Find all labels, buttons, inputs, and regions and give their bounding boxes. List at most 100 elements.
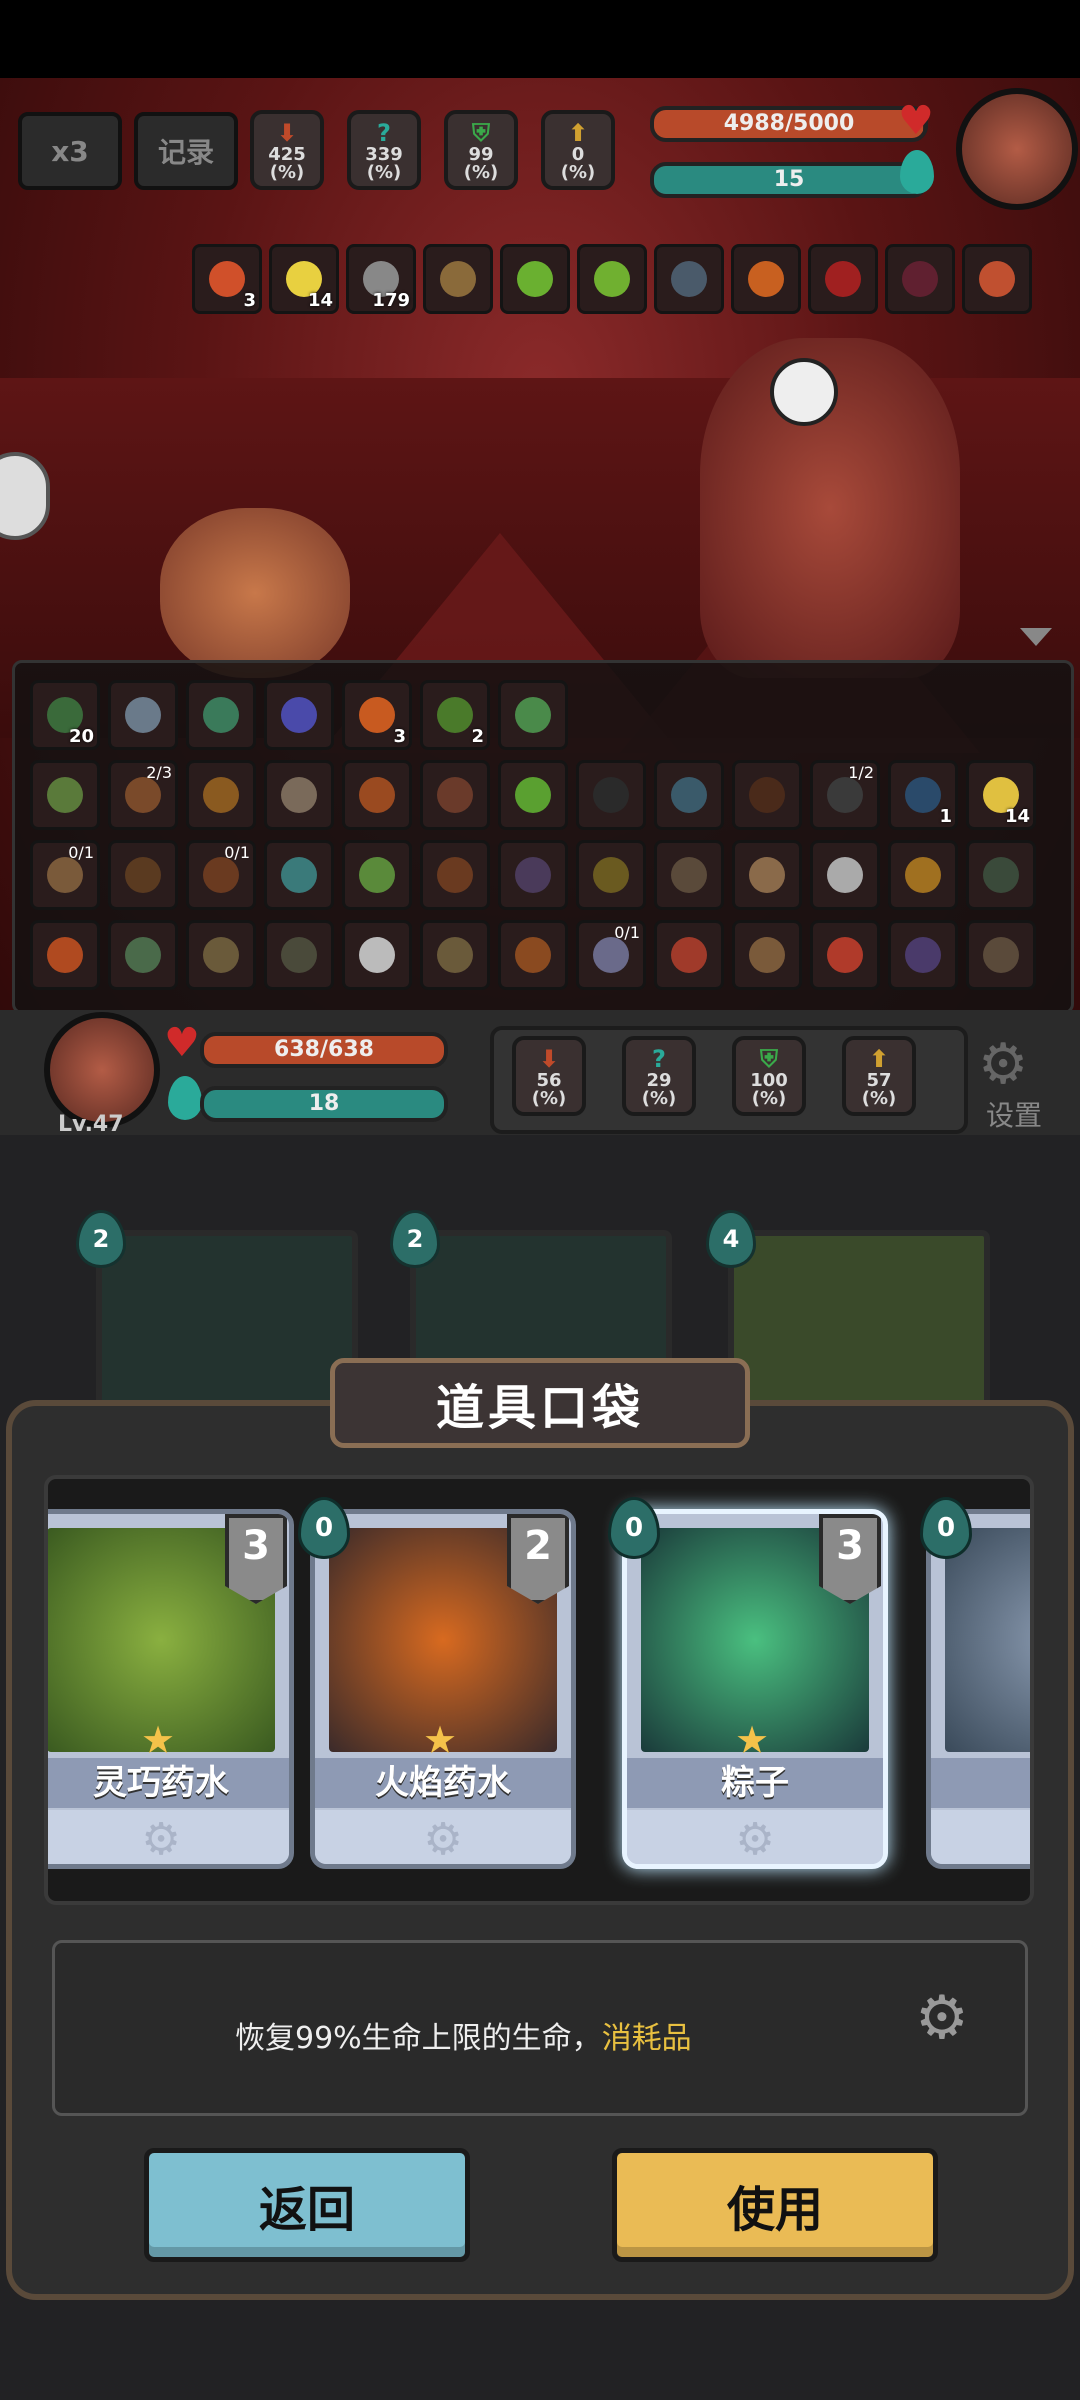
inventory-slot[interactable]: 14	[966, 760, 1036, 830]
stat-unit: (%)	[463, 162, 499, 183]
inventory-slot[interactable]	[264, 680, 334, 750]
gear-icon: ⚙	[931, 1810, 1030, 1864]
inventory-slot[interactable]	[498, 920, 568, 990]
item-count: 1	[939, 806, 952, 827]
item-icon	[359, 857, 395, 893]
item-card-zongzi-selected[interactable]: ★ 粽子 ⚙ 3	[622, 1509, 888, 1869]
inventory-slot[interactable]	[420, 760, 490, 830]
stack-count-badge: 3	[819, 1514, 881, 1604]
inventory-slot[interactable]: 1/2	[810, 760, 880, 830]
enemy-buff-slot[interactable]: 179	[346, 244, 416, 314]
inventory-slot[interactable]	[108, 680, 178, 750]
inventory-slot[interactable]	[108, 920, 178, 990]
card-art	[945, 1528, 1030, 1752]
item-icon	[203, 937, 239, 973]
inventory-slot[interactable]	[264, 760, 334, 830]
speed-button[interactable]: x3	[18, 112, 122, 190]
enemy-avatar[interactable]	[956, 88, 1078, 210]
inventory-slot[interactable]	[186, 760, 256, 830]
inventory-slot[interactable]	[342, 920, 412, 990]
enemy-buff-slot[interactable]	[654, 244, 724, 314]
inventory-slot[interactable]	[732, 840, 802, 910]
inventory-slot[interactable]	[966, 840, 1036, 910]
inventory-slot[interactable]	[342, 760, 412, 830]
inventory-slot[interactable]	[732, 920, 802, 990]
record-button[interactable]: 记录	[134, 112, 238, 190]
item-icon	[203, 777, 239, 813]
inventory-slot[interactable]	[498, 760, 568, 830]
inventory-slot[interactable]	[810, 920, 880, 990]
enemy-buff-slot[interactable]	[500, 244, 570, 314]
inventory-slot[interactable]: 2/3	[108, 760, 178, 830]
inventory-slot[interactable]: 20	[30, 680, 100, 750]
inventory-slot[interactable]	[30, 920, 100, 990]
item-card-row[interactable]: ★ 灵巧药水 ⚙ 3 ★ 火焰药水 ⚙ 2 0 ★ 粽子 ⚙ 3 0 ⚙ 0	[44, 1475, 1034, 1905]
settings-label[interactable]: 设置	[986, 1094, 1042, 1134]
player-avatar[interactable]	[44, 1012, 160, 1128]
enemy-buff-slot[interactable]	[962, 244, 1032, 314]
inventory-slot[interactable]: 0/1	[576, 920, 646, 990]
item-icon	[983, 937, 1019, 973]
inventory-slot[interactable]	[498, 840, 568, 910]
inventory-slot[interactable]	[888, 840, 958, 910]
arrow-up-icon: ⬆	[868, 1045, 890, 1073]
inventory-slot[interactable]	[342, 840, 412, 910]
inventory-row: 2/3 1/2 1 14	[30, 760, 1036, 830]
inventory-slot[interactable]	[576, 760, 646, 830]
inventory-slot[interactable]	[576, 840, 646, 910]
card-cost: 0	[298, 1497, 350, 1559]
inventory-slot[interactable]	[420, 840, 490, 910]
inventory-slot[interactable]: 0/1	[186, 840, 256, 910]
item-card-partial[interactable]: ⚙	[926, 1509, 1030, 1869]
enemy-buff-slot[interactable]	[808, 244, 878, 314]
inventory-slot[interactable]	[810, 840, 880, 910]
enemy-buff-slot[interactable]	[577, 244, 647, 314]
buff-icon	[671, 261, 707, 297]
inventory-slot[interactable]: 0/1	[30, 840, 100, 910]
inventory-slot[interactable]	[498, 680, 568, 750]
use-button[interactable]: 使用	[612, 2148, 938, 2262]
inventory-slot[interactable]: 3	[342, 680, 412, 750]
enemy-buff-slot[interactable]	[423, 244, 493, 314]
back-button[interactable]: 返回	[144, 2148, 470, 2262]
settings-gear-icon[interactable]: ⚙	[978, 1032, 1028, 1097]
sword-icon: ⬇	[538, 1045, 560, 1073]
player-mana-bar: 18	[200, 1086, 448, 1122]
item-icon	[515, 697, 551, 733]
inventory-slot[interactable]	[654, 760, 724, 830]
inventory-slot[interactable]	[966, 920, 1036, 990]
player-monster[interactable]	[160, 508, 350, 678]
inventory-slot[interactable]	[264, 920, 334, 990]
enemy-crit-stat: ? 339 (%)	[347, 110, 421, 190]
inventory-slot[interactable]	[264, 840, 334, 910]
inventory-slot[interactable]	[732, 760, 802, 830]
inventory-slot[interactable]	[654, 840, 724, 910]
inventory-slot[interactable]	[888, 920, 958, 990]
item-icon	[437, 777, 473, 813]
question-icon: ?	[377, 119, 391, 147]
stat-unit: (%)	[861, 1088, 897, 1109]
inventory-slot[interactable]	[420, 920, 490, 990]
enemy-buff-slot[interactable]: 3	[192, 244, 262, 314]
buff-icon	[209, 261, 245, 297]
inventory-slot[interactable]	[186, 920, 256, 990]
inventory-slot[interactable]	[654, 920, 724, 990]
inventory-slot[interactable]	[108, 840, 178, 910]
enemy-defense-stat: ⛨ 99 (%)	[444, 110, 518, 190]
inventory-slot[interactable]: 2	[420, 680, 490, 750]
inventory-slot[interactable]	[186, 680, 256, 750]
enemy-buff-slot[interactable]	[731, 244, 801, 314]
inventory-slot[interactable]	[30, 760, 100, 830]
item-icon	[47, 857, 83, 893]
item-card-fire-potion[interactable]: ★ 火焰药水 ⚙ 2	[310, 1509, 576, 1869]
enemy-buff-slot[interactable]: 14	[269, 244, 339, 314]
inventory-row: 0/1	[30, 920, 1036, 990]
enemy-hp-text: 4988/5000	[723, 111, 855, 136]
sword-icon: ⬇	[276, 119, 298, 147]
item-card-agility-potion[interactable]: ★ 灵巧药水 ⚙ 3	[48, 1509, 294, 1869]
enemy-buff-slot[interactable]	[885, 244, 955, 314]
inventory-slot[interactable]: 1	[888, 760, 958, 830]
player-hp-bar: 638/638	[200, 1032, 448, 1068]
collapse-arrow-icon[interactable]	[1020, 628, 1052, 646]
stack-count: 2	[524, 1523, 552, 1569]
